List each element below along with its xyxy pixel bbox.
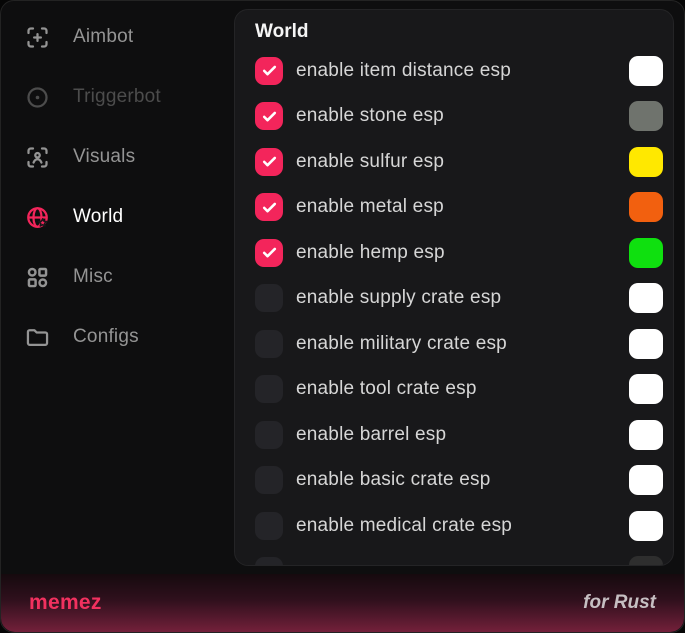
esp-checkbox[interactable] bbox=[255, 375, 283, 403]
color-swatch[interactable] bbox=[629, 329, 663, 359]
panel-title: World bbox=[255, 20, 663, 44]
color-swatch[interactable] bbox=[629, 283, 663, 313]
esp-checkbox[interactable] bbox=[255, 193, 283, 221]
circle-dot-icon bbox=[23, 83, 51, 111]
esp-label: enable tool crate esp bbox=[296, 378, 477, 400]
color-swatch[interactable] bbox=[629, 192, 663, 222]
esp-row: enable basic crate esp bbox=[255, 458, 663, 504]
sidebar-item-aimbot[interactable]: Aimbot bbox=[1, 7, 234, 67]
esp-label: enable sulfur esp bbox=[296, 151, 444, 173]
esp-row: enable tool crate esp bbox=[255, 367, 663, 413]
esp-label: enable metal esp bbox=[296, 196, 444, 218]
esp-checkbox[interactable] bbox=[255, 512, 283, 540]
esp-row: enable military crate esp bbox=[255, 321, 663, 367]
sidebar: Aimbot Triggerbot Visuals bbox=[1, 7, 234, 367]
esp-row: enable item distance esp bbox=[255, 48, 663, 94]
sidebar-item-label: Configs bbox=[73, 326, 139, 348]
checkmark-icon bbox=[261, 153, 278, 170]
sidebar-item-visuals[interactable]: Visuals bbox=[1, 127, 234, 187]
sidebar-item-label: World bbox=[73, 206, 123, 228]
color-swatch[interactable] bbox=[629, 238, 663, 268]
grid-shapes-icon bbox=[23, 263, 51, 291]
color-swatch[interactable] bbox=[629, 420, 663, 450]
esp-row: enable stone esp bbox=[255, 94, 663, 140]
esp-label: enable barrel esp bbox=[296, 424, 446, 446]
color-swatch[interactable] bbox=[629, 465, 663, 495]
cheat-menu-window: Aimbot Triggerbot Visuals bbox=[0, 0, 685, 633]
checkmark-icon bbox=[261, 108, 278, 125]
esp-label: enable stone esp bbox=[296, 105, 444, 127]
esp-checkbox[interactable] bbox=[255, 421, 283, 449]
person-scan-icon bbox=[23, 143, 51, 171]
esp-row bbox=[255, 549, 663, 567]
esp-checkbox[interactable] bbox=[255, 57, 283, 85]
sidebar-item-label: Aimbot bbox=[73, 26, 133, 48]
color-swatch[interactable] bbox=[629, 147, 663, 177]
color-swatch[interactable] bbox=[629, 101, 663, 131]
esp-row: enable supply crate esp bbox=[255, 276, 663, 322]
brand-name: memez bbox=[29, 591, 102, 615]
esp-checkbox[interactable] bbox=[255, 148, 283, 176]
tagline: for Rust bbox=[583, 592, 656, 614]
sidebar-item-label: Misc bbox=[73, 266, 113, 288]
checkmark-icon bbox=[261, 62, 278, 79]
checkmark-icon bbox=[261, 244, 278, 261]
esp-label: enable military crate esp bbox=[296, 333, 507, 355]
sidebar-item-label: Visuals bbox=[73, 146, 135, 168]
esp-label: enable medical crate esp bbox=[296, 515, 512, 537]
sidebar-item-world[interactable]: World bbox=[1, 187, 234, 247]
esp-checkbox[interactable] bbox=[255, 330, 283, 358]
esp-checkbox[interactable] bbox=[255, 466, 283, 494]
esp-label: enable hemp esp bbox=[296, 242, 445, 264]
color-swatch[interactable] bbox=[629, 511, 663, 541]
esp-row: enable barrel esp bbox=[255, 412, 663, 458]
esp-row: enable sulfur esp bbox=[255, 139, 663, 185]
esp-checkbox[interactable] bbox=[255, 239, 283, 267]
esp-checkbox[interactable] bbox=[255, 284, 283, 312]
footer: memez for Rust bbox=[1, 574, 684, 632]
checkmark-icon bbox=[261, 199, 278, 216]
esp-label: enable item distance esp bbox=[296, 60, 511, 82]
sidebar-item-triggerbot[interactable]: Triggerbot bbox=[1, 67, 234, 127]
esp-row: enable medical crate esp bbox=[255, 503, 663, 549]
sidebar-item-misc[interactable]: Misc bbox=[1, 247, 234, 307]
esp-label: enable basic crate esp bbox=[296, 469, 491, 491]
folder-icon bbox=[23, 323, 51, 351]
crosshair-plus-icon bbox=[23, 23, 51, 51]
esp-checkbox[interactable] bbox=[255, 557, 283, 566]
world-panel: World enable item distance esp bbox=[234, 9, 674, 566]
esp-option-list: enable item distance esp enable stone es… bbox=[255, 48, 663, 566]
esp-row: enable hemp esp bbox=[255, 230, 663, 276]
esp-checkbox[interactable] bbox=[255, 102, 283, 130]
esp-row: enable metal esp bbox=[255, 185, 663, 231]
color-swatch[interactable] bbox=[629, 556, 663, 566]
globe-star-icon bbox=[23, 203, 51, 231]
esp-label: enable supply crate esp bbox=[296, 287, 501, 309]
sidebar-item-label: Triggerbot bbox=[73, 86, 161, 108]
color-swatch[interactable] bbox=[629, 56, 663, 86]
sidebar-item-configs[interactable]: Configs bbox=[1, 307, 234, 367]
color-swatch[interactable] bbox=[629, 374, 663, 404]
